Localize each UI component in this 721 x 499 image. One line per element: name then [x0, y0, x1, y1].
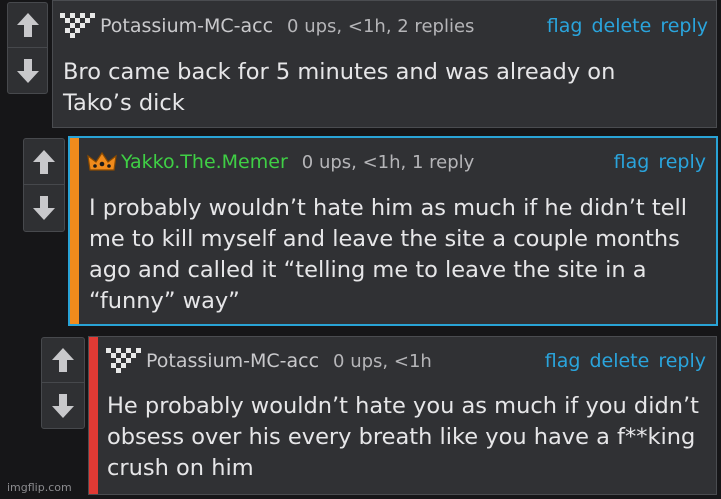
vote-controls — [23, 138, 65, 232]
arrow-down-icon — [52, 393, 74, 418]
comment-highlighted: Yakko.The.Memer 0 ups, <1h, 1 reply flag… — [68, 136, 718, 326]
comment-text: Bro came back for 5 minutes and was alre… — [63, 59, 616, 116]
comment: Potassium-MC-acc 0 ups, <1h, 2 replies f… — [52, 0, 717, 128]
username[interactable]: Potassium-MC-acc — [146, 350, 319, 372]
comment-stats: 0 ups, <1h, 1 reply — [301, 151, 475, 173]
flag-link[interactable]: flag — [614, 151, 650, 173]
arrow-down-icon — [33, 196, 55, 220]
username[interactable]: Yakko.The.Memer — [121, 151, 288, 173]
watermark: imgflip.com — [7, 481, 72, 494]
comment-meta: Potassium-MC-acc 0 ups, <1h flag delete … — [89, 337, 716, 385]
reply-link[interactable]: reply — [660, 15, 708, 37]
username[interactable]: Potassium-MC-acc — [100, 15, 273, 37]
crown-icon — [87, 151, 117, 171]
upvote-button[interactable] — [8, 3, 47, 48]
downvote-button[interactable] — [24, 185, 64, 231]
arrow-down-icon — [16, 58, 39, 83]
delete-link[interactable]: delete — [589, 350, 649, 372]
comment: Potassium-MC-acc 0 ups, <1h flag delete … — [88, 336, 717, 495]
comment-text: I probably wouldn’t hate him as much if … — [89, 195, 688, 314]
upvote-button[interactable] — [42, 338, 84, 383]
downvote-button[interactable] — [8, 48, 47, 93]
pixel-avatar-icon — [106, 348, 141, 373]
arrow-up-icon — [33, 149, 55, 174]
upvote-button[interactable] — [24, 139, 64, 185]
arrow-up-icon — [16, 13, 39, 37]
reply-link[interactable]: reply — [658, 350, 706, 372]
pixel-avatar-icon — [60, 13, 95, 38]
reply-link[interactable]: reply — [658, 151, 706, 173]
vote-controls — [41, 337, 85, 429]
flag-link[interactable]: flag — [545, 350, 581, 372]
vote-controls — [7, 2, 48, 94]
comment-meta: Yakko.The.Memer 0 ups, <1h, 1 reply flag… — [70, 138, 716, 186]
delete-link[interactable]: delete — [591, 15, 651, 37]
comment-stats: 0 ups, <1h, 2 replies — [287, 15, 475, 37]
comment-text: He probably wouldn’t hate you as much if… — [107, 393, 699, 481]
flag-link[interactable]: flag — [547, 15, 583, 37]
arrow-up-icon — [52, 348, 74, 372]
comment-meta: Potassium-MC-acc 0 ups, <1h, 2 replies f… — [53, 1, 716, 51]
comment-stats: 0 ups, <1h — [333, 350, 432, 372]
downvote-button[interactable] — [42, 383, 84, 428]
